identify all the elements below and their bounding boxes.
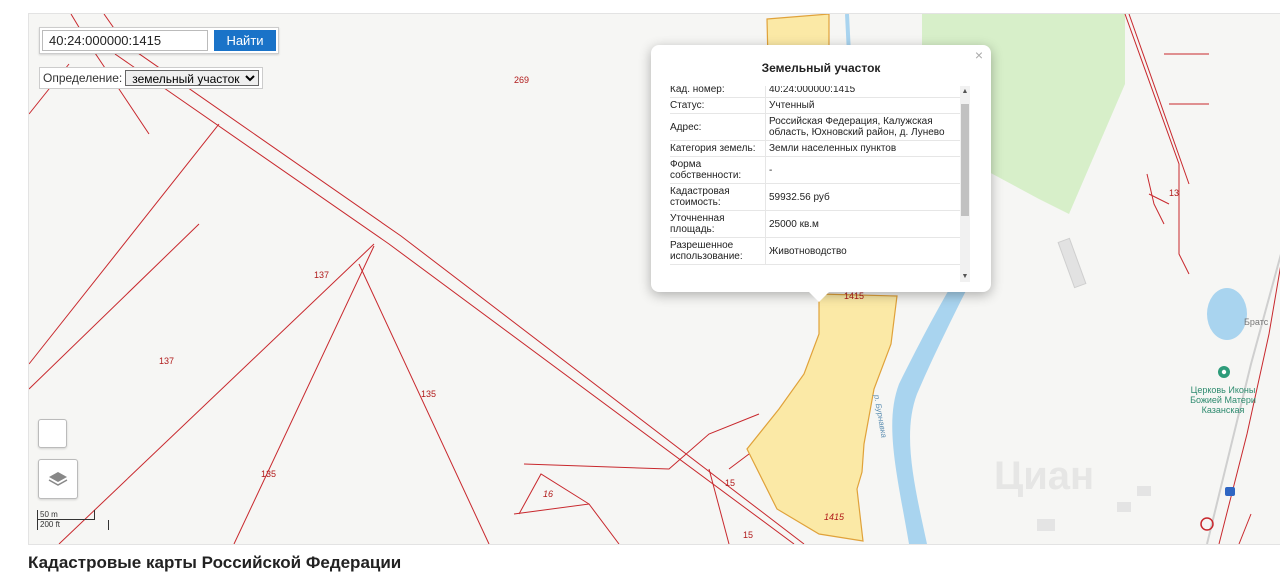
row-value: Животноводство	[765, 237, 960, 265]
search-button[interactable]: Найти	[214, 30, 276, 51]
scale-metric: 50 m	[37, 510, 95, 520]
parcel-label: 135	[261, 469, 277, 479]
parcel-label: 137	[314, 270, 330, 280]
scroll-up-icon[interactable]: ▲	[960, 88, 970, 95]
place-label: Братс	[1244, 317, 1269, 327]
building	[1057, 237, 1087, 289]
row-value: 59932.56 руб	[765, 183, 960, 211]
parcel-label: 269	[514, 75, 530, 85]
table-row: Адрес: Российская Федерация, Калужская об…	[670, 113, 960, 141]
parcel-label: 1415	[824, 512, 845, 522]
bus-stop-icon	[1225, 487, 1235, 496]
row-key: Уточненная площадь:	[670, 210, 766, 238]
cadastral-number-input[interactable]	[42, 30, 208, 51]
popup-title: Земельный участок	[761, 61, 881, 75]
table-row: Уточненная площадь: 25000 кв.м	[670, 210, 960, 238]
table-row: Статус: Учтенный	[670, 97, 960, 114]
popup-scrollbar[interactable]: ▲ ▼	[960, 86, 970, 282]
parcel-label: 15	[725, 478, 736, 488]
parcel-label: 137	[159, 356, 175, 366]
row-key: Кадастровая стоимость:	[670, 183, 766, 211]
watermark: Циан	[994, 454, 1095, 498]
scroll-down-icon[interactable]: ▼	[960, 273, 970, 280]
table-row: Кадастровая стоимость: 59932.56 руб	[670, 183, 960, 211]
building	[1117, 502, 1131, 512]
church-poi-label[interactable]: Церковь Иконы Божией Матери Казанская	[1179, 385, 1267, 415]
scrollbar-thumb[interactable]	[961, 104, 969, 216]
layers-button[interactable]	[38, 459, 78, 499]
row-key: Категория земель:	[670, 140, 766, 157]
row-value: -	[765, 156, 960, 184]
search-panel: Найти	[39, 27, 279, 54]
scale-bar: 50 m 200 ft	[37, 510, 109, 530]
river	[892, 264, 977, 544]
popup-content[interactable]: Кад. номер: 40:24:000000:1415 Статус: Учте…	[670, 86, 970, 282]
table-row: Категория земель: Земли населенных пункто…	[670, 140, 960, 157]
close-icon[interactable]: ×	[975, 48, 983, 62]
row-key: Адрес:	[670, 113, 766, 141]
definition-select[interactable]: земельный участок	[125, 70, 260, 86]
fullscreen-button[interactable]	[38, 419, 67, 448]
row-key: Разрешенное использование:	[670, 237, 766, 265]
row-value: Земли населенных пунктов	[765, 140, 960, 157]
parcel-info-popup: × Земельный участок Кад. номер: 40:24:000…	[651, 45, 991, 302]
table-row: Разрешенное использование: Животноводство	[670, 237, 960, 265]
table-row: Кад. номер: 40:24:000000:1415	[670, 86, 960, 98]
row-key: Статус:	[670, 97, 766, 114]
popup-pointer	[809, 292, 829, 302]
row-key: Кад. номер:	[670, 86, 766, 98]
building	[1137, 486, 1151, 496]
parcel-label: 15	[743, 530, 754, 540]
pond	[1207, 288, 1247, 340]
definition-panel: Определение: земельный участок	[39, 67, 264, 89]
definition-label: Определение:	[43, 71, 123, 85]
parcel-label: 1415	[844, 291, 865, 301]
building	[1037, 519, 1055, 531]
parcel-label: 135	[421, 389, 437, 399]
parcel-label: 16	[543, 489, 554, 499]
map-view[interactable]: 269 137 137 135 135 16 15 15 1415 1415 1…	[28, 13, 1280, 545]
layers-icon	[48, 472, 68, 486]
selected-parcel	[746, 293, 898, 542]
row-value: Российская Федерация, Калужская область,…	[765, 113, 960, 141]
row-key: Форма собственности:	[670, 156, 766, 184]
table-row: Форма собственности: -	[670, 156, 960, 184]
parcel-info-table: Кад. номер: 40:24:000000:1415 Статус: Учте…	[670, 86, 960, 265]
page-caption: Кадастровые карты Российской Федерации	[28, 553, 402, 572]
row-value: Учтенный	[765, 97, 960, 114]
row-value: 25000 кв.м	[765, 210, 960, 238]
row-value: 40:24:000000:1415	[765, 86, 960, 98]
scale-imperial: 200 ft	[37, 520, 109, 530]
parcel-label: 13	[1169, 188, 1180, 198]
